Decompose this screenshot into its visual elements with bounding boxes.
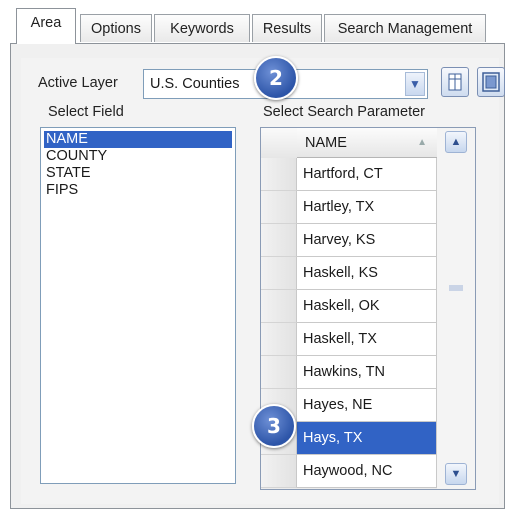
active-layer-label: Active Layer [38, 75, 118, 91]
list-item[interactable]: STATE [44, 165, 232, 182]
vertical-scrollbar[interactable]: ▲ ▼ [437, 128, 475, 489]
column-header-label: NAME [305, 135, 347, 151]
table-icon [448, 73, 462, 91]
tab-options[interactable]: Options [80, 14, 152, 42]
table-row[interactable]: Haywood, NC [297, 455, 437, 488]
tab-keywords[interactable]: Keywords [154, 14, 250, 42]
table-row[interactable]: Haskell, TX [297, 323, 437, 356]
active-layer-value: U.S. Counties [150, 76, 240, 92]
list-item[interactable]: FIPS [44, 182, 232, 199]
chevron-up-icon[interactable]: ▲ [445, 131, 467, 153]
callout-badge-2: 2 [254, 56, 298, 100]
tab-search-management[interactable]: Search Management [324, 14, 486, 42]
list-item[interactable]: COUNTY [44, 148, 232, 165]
tab-strip: Area Options Keywords Results Search Man… [16, 8, 486, 44]
name-column-header[interactable]: NAME ▲ [297, 128, 437, 158]
chevron-down-icon[interactable]: ▼ [445, 463, 467, 485]
scroll-thumb-grip[interactable] [447, 278, 465, 291]
row-header[interactable] [261, 257, 297, 290]
row-header[interactable] [261, 224, 297, 257]
select-field-label: Select Field [48, 104, 124, 120]
select-search-parameter-label: Select Search Parameter [263, 104, 425, 120]
table-row[interactable]: Hayes, NE [297, 389, 437, 422]
row-header[interactable] [261, 356, 297, 389]
table-view-button[interactable] [441, 67, 469, 97]
table-row[interactable]: Haskell, OK [297, 290, 437, 323]
row-header[interactable] [261, 455, 297, 488]
table-row[interactable]: Hartford, CT [297, 158, 437, 191]
table-row[interactable]: Haskell, KS [297, 257, 437, 290]
sort-arrow-icon: ▲ [417, 137, 427, 148]
tab-results[interactable]: Results [252, 14, 322, 42]
select-field-list[interactable]: NAME COUNTY STATE FIPS [40, 127, 236, 484]
table-row[interactable]: Harvey, KS [297, 224, 437, 257]
table-row-selected[interactable]: Hays, TX [297, 422, 437, 455]
callout-badge-3: 3 [252, 404, 296, 448]
tab-area[interactable]: Area [16, 8, 76, 44]
row-header[interactable] [261, 191, 297, 224]
list-item[interactable]: NAME [44, 131, 232, 148]
table-row[interactable]: Hartley, TX [297, 191, 437, 224]
select-grid-button[interactable] [477, 67, 505, 97]
row-header[interactable] [261, 323, 297, 356]
chevron-down-icon[interactable]: ▼ [405, 72, 425, 96]
grid-corner [261, 128, 298, 159]
table-row[interactable]: Hawkins, TN [297, 356, 437, 389]
row-header[interactable] [261, 158, 297, 191]
grid-select-icon [482, 72, 500, 92]
row-header[interactable] [261, 290, 297, 323]
